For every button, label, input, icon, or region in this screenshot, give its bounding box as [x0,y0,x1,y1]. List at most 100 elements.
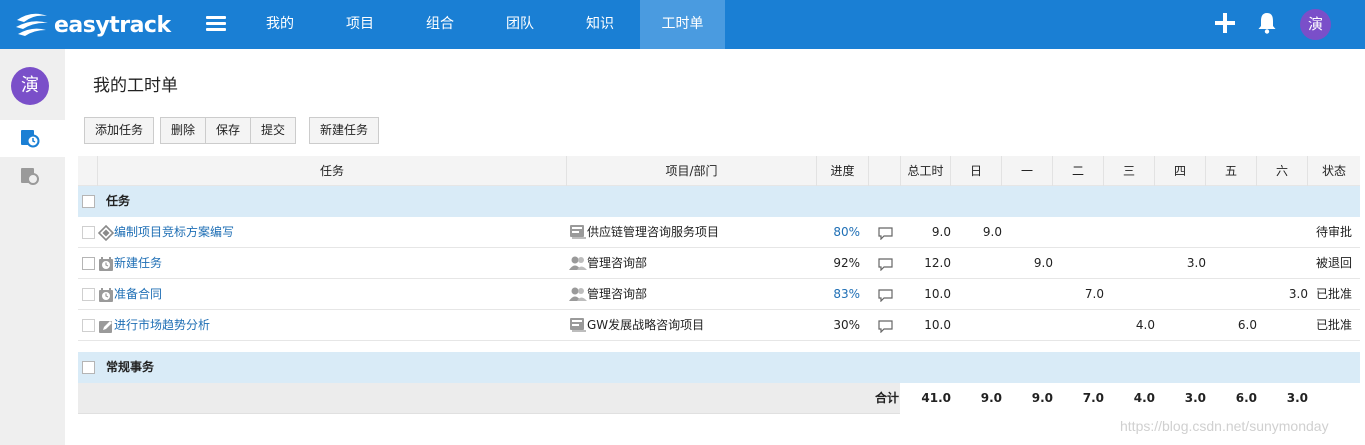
table-row[interactable]: 准备合同 管理咨询部 83% 10.0 7.0 3.0 已批准 [78,279,1360,310]
progress-value: 92% [833,256,860,270]
edit-task-icon [99,321,112,333]
cell-mon[interactable] [1002,310,1053,341]
nav-item-timesheet[interactable]: 工时单 [640,0,725,49]
cell-total[interactable]: 10.0 [901,279,951,310]
nav-item-team[interactable]: 团队 [490,0,550,49]
total-sun: 9.0 [980,391,1002,405]
bell-icon[interactable] [1257,12,1277,34]
cell-tue[interactable] [1053,310,1104,341]
cell-mon[interactable] [1002,217,1053,248]
cell-sun[interactable] [951,310,1002,341]
task-name-link[interactable]: 准备合同 [114,279,162,310]
comment-icon[interactable] [878,258,893,271]
cell-tue[interactable] [1053,217,1104,248]
progress-link[interactable]: 80% [800,217,860,248]
cell-fri[interactable] [1206,279,1257,310]
cell-sat[interactable] [1257,310,1308,341]
cell-wed[interactable] [1104,279,1155,310]
department-icon [569,256,587,270]
cell-wed[interactable] [1104,217,1155,248]
cell-tue[interactable]: 7.0 [1053,279,1104,310]
status-badge: 已批准 [1315,287,1352,301]
nav-item-mine[interactable]: 我的 [250,0,310,49]
nav-item-portfolio[interactable]: 组合 [410,0,470,49]
cell-tue[interactable] [1053,248,1104,279]
cell-total[interactable]: 12.0 [901,248,951,279]
user-avatar[interactable]: 演 [1300,9,1331,40]
add-task-button[interactable]: 添加任务 [84,117,154,144]
department-icon [569,287,587,301]
comment-icon[interactable] [878,289,893,302]
header-wed: 三 [1104,156,1155,186]
comment-icon[interactable] [878,227,893,240]
header-progress[interactable]: 进度 [817,156,869,186]
cell-thu[interactable] [1155,279,1206,310]
task-name-link[interactable]: 进行市场趋势分析 [114,310,210,341]
new-task-button[interactable]: 新建任务 [309,117,379,144]
cell-sat[interactable] [1257,217,1308,248]
project-name: 管理咨询部 [587,256,648,270]
project-name: 供应链管理咨询服务项目 [587,225,720,239]
timesheet-clock-icon[interactable] [20,128,40,148]
row-checkbox[interactable] [82,288,95,301]
header-select-col [78,156,98,186]
row-checkbox[interactable] [82,319,95,332]
row-checkbox[interactable] [82,226,95,239]
cell-sat[interactable] [1257,248,1308,279]
header-sat: 六 [1257,156,1308,186]
header-task[interactable]: 任务 [98,156,567,186]
app-logo[interactable]: easytrack [14,9,171,41]
delete-button[interactable]: 删除 [160,117,206,144]
progress-link[interactable]: 83% [800,279,860,310]
status-badge: 已批准 [1315,318,1352,332]
cell-thu[interactable] [1155,217,1206,248]
comment-icon[interactable] [878,320,893,333]
task-name-link[interactable]: 编制项目竞标方案编写 [114,217,234,248]
cell-wed[interactable]: 4.0 [1104,310,1155,341]
task-name-link[interactable]: 新建任务 [114,248,162,279]
hamburger-menu-icon[interactable] [206,16,226,32]
timesheet-history-icon[interactable] [20,166,40,186]
group-tasks-checkbox[interactable] [82,195,95,208]
add-icon[interactable] [1214,12,1236,34]
cell-mon[interactable]: 9.0 [1002,248,1053,279]
cell-mon[interactable] [1002,279,1053,310]
project-name: GW发展战略咨询项目 [587,318,705,332]
milestone-icon [98,225,114,241]
left-sidebar: 演 [0,49,65,445]
cell-total[interactable]: 9.0 [901,217,951,248]
table-row[interactable]: 进行市场趋势分析 GW发展战略咨询项目 30% 10.0 4.0 6.0 已批准 [78,310,1360,341]
sidebar-avatar[interactable]: 演 [11,67,49,105]
nav-item-knowledge[interactable]: 知识 [570,0,630,49]
group-routine-label: 常规事务 [106,360,155,374]
table-row[interactable]: 新建任务 管理咨询部 92% 12.0 9.0 3.0 被退回 [78,248,1360,279]
cell-sat[interactable]: 3.0 [1257,279,1308,310]
total-sat: 3.0 [1286,391,1308,405]
save-button[interactable]: 保存 [205,117,251,144]
row-checkbox[interactable] [82,257,95,270]
cell-fri[interactable]: 6.0 [1206,310,1257,341]
cell-sun[interactable]: 9.0 [951,217,1002,248]
header-project[interactable]: 项目/部门 [567,156,817,186]
total-mon: 9.0 [1031,391,1053,405]
nav-item-projects[interactable]: 项目 [330,0,390,49]
cell-thu[interactable]: 3.0 [1155,248,1206,279]
total-thu: 3.0 [1184,391,1206,405]
cell-wed[interactable] [1104,248,1155,279]
table-row[interactable]: 编制项目竞标方案编写 供应链管理咨询服务项目 80% 9.0 9.0 待审批 [78,217,1360,248]
logo-text: easytrack [54,12,171,38]
cell-total[interactable]: 10.0 [901,310,951,341]
group-routine-checkbox[interactable] [82,361,95,374]
cell-thu[interactable] [1155,310,1206,341]
submit-button[interactable]: 提交 [250,117,296,144]
cell-sun[interactable] [951,248,1002,279]
header-tue: 二 [1053,156,1104,186]
project-icon [570,225,586,239]
cell-fri[interactable] [1206,217,1257,248]
header-total[interactable]: 总工时 [901,156,951,186]
clock-task-icon [99,288,113,302]
total-hours: 41.0 [921,391,951,405]
cell-fri[interactable] [1206,248,1257,279]
cell-sun[interactable] [951,279,1002,310]
page-title: 我的工时单 [93,76,178,96]
